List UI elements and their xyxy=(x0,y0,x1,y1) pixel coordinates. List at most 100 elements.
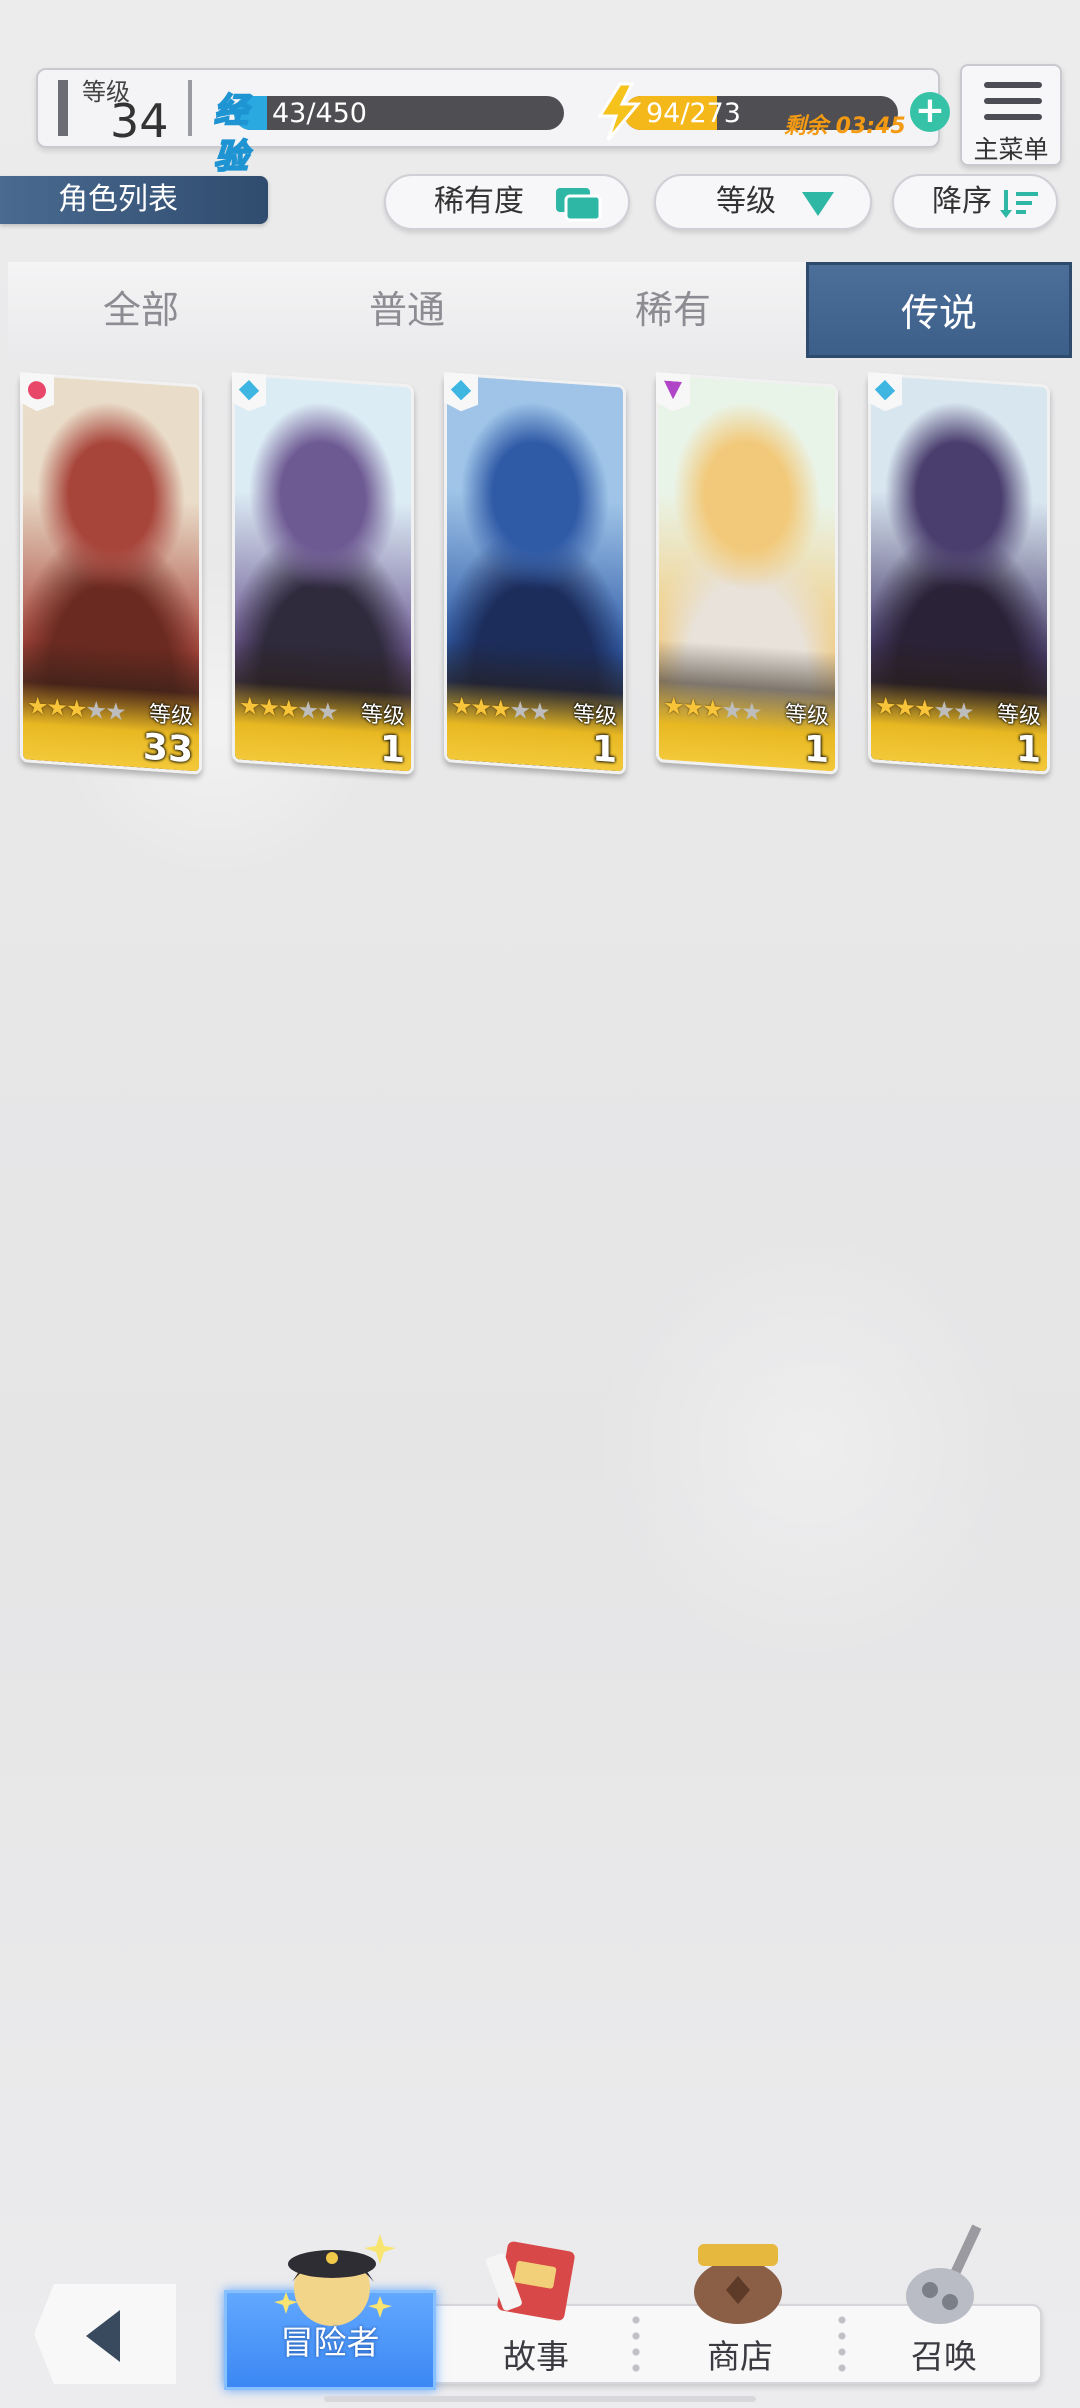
star-icon: ★ xyxy=(702,694,722,724)
nav-summon[interactable]: 召唤 xyxy=(844,2330,1044,2378)
star-icon: ★ xyxy=(914,694,934,724)
page-title: 角色列表 xyxy=(0,176,268,224)
element-shape xyxy=(239,380,259,400)
star-icon: ★ xyxy=(741,696,761,727)
character-card[interactable]: ★★★★★ 等级 1 xyxy=(444,372,626,775)
card-level-value: 33 xyxy=(142,726,193,772)
card-level-value: 1 xyxy=(1015,728,1041,772)
main-menu-label: 主菜单 xyxy=(973,135,1049,164)
star-icon: ★ xyxy=(721,695,742,725)
star-icon: ★ xyxy=(953,696,973,727)
tab-legend[interactable]: 传说 xyxy=(806,262,1072,358)
element-shape xyxy=(28,381,46,400)
star-icon: ★ xyxy=(875,691,895,721)
rarity-tabs: 全部 普通 稀有 传说 xyxy=(8,262,1072,358)
character-card[interactable]: ★★★★★ 等级 33 xyxy=(20,372,202,775)
hamburger-icon-line xyxy=(984,114,1042,120)
star-icon: ★ xyxy=(239,691,259,721)
star-icon: ★ xyxy=(46,692,67,723)
nav-story-label: 故事 xyxy=(503,2337,569,2376)
star-icon: ★ xyxy=(470,692,491,723)
character-card[interactable]: ★★★★★ 等级 1 xyxy=(868,372,1050,775)
element-shape xyxy=(875,380,895,400)
element-shape xyxy=(451,380,471,400)
rarity-stars: ★★★★★ xyxy=(663,691,761,727)
card-level-label: 等级 xyxy=(572,702,617,731)
star-icon: ★ xyxy=(105,696,125,727)
star-icon: ★ xyxy=(278,694,298,724)
back-button[interactable] xyxy=(34,2284,176,2384)
plus-icon: + xyxy=(914,90,946,131)
book-icon xyxy=(486,2241,575,2321)
star-icon: ★ xyxy=(894,692,915,723)
star-icon: ★ xyxy=(529,696,549,727)
sort-descending-icon xyxy=(1000,190,1038,218)
level-bar-accent xyxy=(58,80,68,136)
nav-shop-label: 商店 xyxy=(707,2337,773,2376)
rarity-stars: ★★★★★ xyxy=(27,691,125,727)
add-stamina-button[interactable]: + xyxy=(910,92,950,132)
rarity-stars: ★★★★★ xyxy=(875,691,973,727)
tab-common[interactable]: 普通 xyxy=(274,262,540,358)
character-card[interactable]: ★★★★★ 等级 1 xyxy=(232,372,414,775)
star-icon: ★ xyxy=(933,695,954,725)
divider xyxy=(188,80,192,136)
tab-all-label: 全部 xyxy=(102,288,179,332)
star-icon: ★ xyxy=(66,694,86,724)
tab-common-label: 普通 xyxy=(368,288,445,332)
character-card-frame: ★★★★★ 等级 1 xyxy=(232,372,414,775)
star-icon: ★ xyxy=(297,695,318,725)
tab-all[interactable]: 全部 xyxy=(8,262,274,358)
hamburger-icon-line xyxy=(984,98,1042,104)
sort-order-label: 降序 xyxy=(932,184,992,219)
star-icon: ★ xyxy=(451,691,471,721)
exp-badge: 经验 xyxy=(213,90,249,178)
main-menu-button[interactable]: 主菜单 xyxy=(960,64,1062,166)
background xyxy=(0,0,1080,2408)
character-card-frame: ★★★★★ 等级 1 xyxy=(444,372,626,775)
player-level-value: 34 xyxy=(110,94,169,148)
star-icon: ★ xyxy=(490,694,510,724)
triangle-down-icon xyxy=(802,192,834,216)
cards-stack-icon xyxy=(556,188,602,222)
back-arrow-icon xyxy=(86,2310,120,2362)
tab-legend-label: 传说 xyxy=(900,291,977,335)
player-status-bar: 等级 34 经验 43/450 94/273 剩余 03:45 + xyxy=(36,68,950,178)
character-card-frame: ★★★★★ 等级 1 xyxy=(868,372,1050,775)
level-sort-label: 等级 xyxy=(716,184,776,219)
card-level-value: 1 xyxy=(379,728,405,772)
rarity-filter-button[interactable]: 稀有度 xyxy=(384,174,630,230)
star-icon: ★ xyxy=(663,691,683,721)
nav-shop[interactable]: 商店 xyxy=(640,2330,840,2378)
card-level-label: 等级 xyxy=(360,702,405,731)
hamburger-icon xyxy=(984,82,1042,88)
star-icon: ★ xyxy=(27,691,47,721)
tab-rare-label: 稀有 xyxy=(634,288,711,332)
card-level-label: 等级 xyxy=(784,702,829,731)
lightning-bolt-icon xyxy=(597,82,642,141)
card-level-label: 等级 xyxy=(148,702,193,731)
character-card-frame: ★★★★★ 等级 33 xyxy=(20,372,202,775)
character-card[interactable]: ★★★★★ 等级 1 xyxy=(656,372,838,775)
card-level-value: 1 xyxy=(591,728,617,772)
shop-bag-icon xyxy=(694,2244,782,2324)
star-icon: ★ xyxy=(682,692,703,723)
summon-icon xyxy=(906,2224,982,2324)
nav-story[interactable]: 故事 xyxy=(436,2330,636,2378)
nav-adventurer-label: 冒险者 xyxy=(280,2323,380,2362)
stamina-value: 94/273 xyxy=(646,98,741,129)
rarity-filter-label: 稀有度 xyxy=(434,184,524,219)
stamina-recover-timer: 剩余 03:45 xyxy=(784,114,906,139)
rarity-stars: ★★★★★ xyxy=(239,691,337,726)
level-sort-button[interactable]: 等级 xyxy=(654,174,872,230)
tab-rare[interactable]: 稀有 xyxy=(540,262,806,358)
star-icon: ★ xyxy=(509,695,530,725)
card-level-label: 等级 xyxy=(996,702,1041,731)
rarity-stars: ★★★★★ xyxy=(451,691,549,727)
element-shape xyxy=(664,381,682,400)
nav-summon-label: 召唤 xyxy=(911,2337,977,2376)
nav-adventurer[interactable]: 冒险者 xyxy=(230,2316,430,2364)
card-level-value: 1 xyxy=(803,728,829,772)
exp-value: 43/450 xyxy=(272,98,367,129)
sort-order-button[interactable]: 降序 xyxy=(892,174,1058,230)
